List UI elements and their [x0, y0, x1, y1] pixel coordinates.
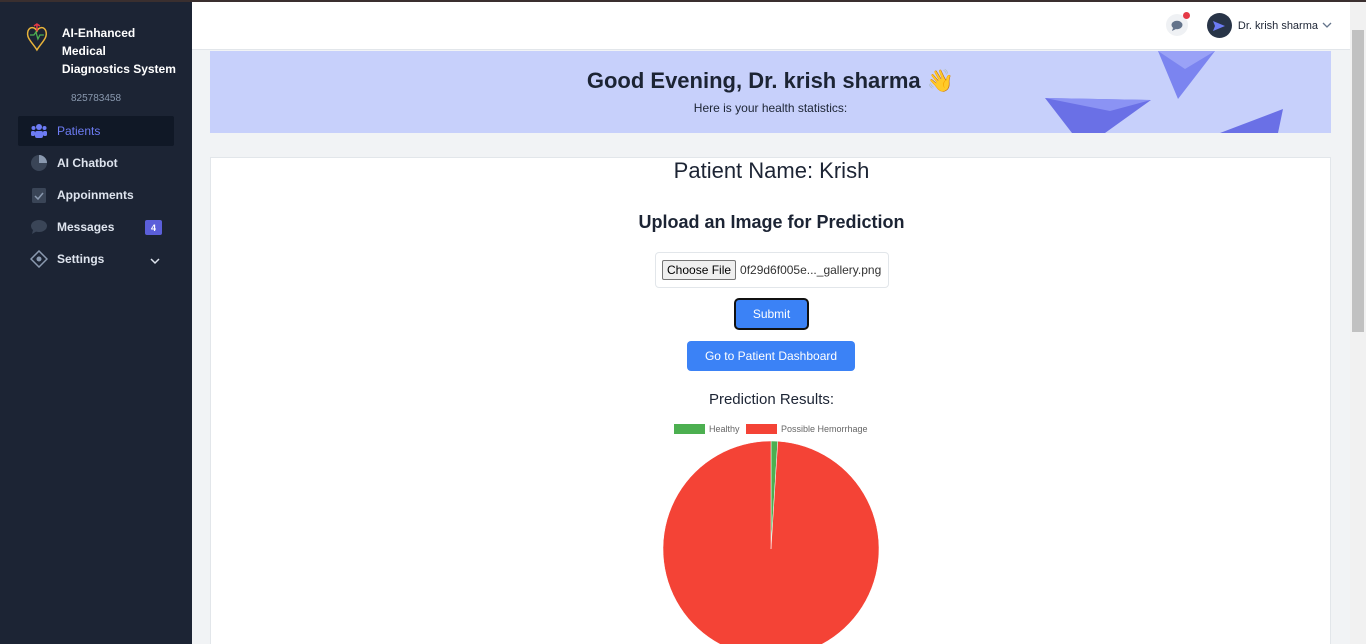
legend-swatch-healthy[interactable]	[674, 424, 705, 434]
settings-icon	[30, 250, 48, 268]
greeting-subtitle: Here is your health statistics:	[693, 101, 848, 115]
window-top-edge	[0, 0, 1366, 2]
notification-dot	[1183, 12, 1190, 19]
choose-file-button[interactable]: Choose File	[662, 260, 737, 280]
selected-file-name: 0f29d6f005e..._gallery.png	[740, 263, 882, 277]
scrollbar-thumb[interactable]	[1352, 30, 1364, 332]
prediction-card: Patient Name: Krish Upload an Image for …	[210, 157, 1331, 644]
sidebar-item-label: Appoinments	[57, 188, 134, 202]
sidebar-item-ai-chatbot[interactable]: AI Chatbot	[18, 148, 174, 178]
legend-swatch-possible-hemorrhage[interactable]	[746, 424, 777, 434]
chart-icon	[30, 154, 48, 172]
sidebar-nav: Patients AI Chatbot Appoinments Messages…	[18, 116, 174, 276]
sidebar-item-label: Patients	[57, 124, 101, 138]
sidebar-item-appointments[interactable]: Appoinments	[18, 180, 174, 210]
chevron-down-icon	[150, 254, 160, 268]
sidebar-item-label: Settings	[57, 252, 105, 266]
sidebar-item-patients[interactable]: Patients	[18, 116, 174, 146]
logo-icon	[26, 23, 48, 52]
brand-name: AI-Enhanced Medical Diagnostics System	[61, 26, 176, 76]
message-icon	[30, 218, 48, 236]
sidebar-item-label: AI Chatbot	[57, 156, 118, 170]
sidebar-item-label: Messages	[57, 220, 115, 234]
calendar-check-icon	[30, 186, 48, 204]
chat-icon	[1171, 20, 1183, 31]
chevron-down-icon	[1322, 22, 1332, 28]
results-title: Prediction Results:	[708, 391, 835, 408]
submit-button[interactable]: Submit	[734, 298, 809, 330]
legend-label-healthy: Healthy	[709, 424, 740, 434]
patient-dashboard-button[interactable]: Go to Patient Dashboard	[687, 341, 855, 371]
user-menu[interactable]: Dr. krish sharma	[1206, 13, 1332, 38]
brand[interactable]: AI-Enhanced Medical Diagnostics System	[22, 20, 182, 78]
patient-name: Patient Name: Krish	[673, 158, 870, 183]
sidebar: AI-Enhanced Medical Diagnostics System 8…	[0, 0, 192, 644]
top-header: Dr. krish sharma	[192, 2, 1350, 50]
user-name: Dr. krish sharma	[1237, 19, 1318, 32]
user-id: 825783458	[70, 93, 122, 104]
avatar	[1206, 13, 1232, 38]
greeting-banner: Good Evening, Dr. krish sharma 👋 Here is…	[210, 51, 1331, 133]
send-icon	[1213, 20, 1226, 31]
messages-count-badge: 4	[145, 220, 162, 235]
pie-slice-possible-hemorrhage[interactable]	[662, 440, 880, 644]
upload-title: Upload an Image for Prediction	[638, 212, 905, 232]
sidebar-item-messages[interactable]: Messages 4	[18, 212, 174, 242]
users-icon	[30, 122, 48, 140]
chat-notification-button[interactable]	[1166, 12, 1190, 36]
sidebar-item-settings[interactable]: Settings	[18, 244, 174, 274]
prediction-pie-chart: Healthy Possible Hemorrhage	[662, 424, 880, 644]
greeting-title: Good Evening, Dr. krish sharma 👋	[586, 68, 955, 93]
file-upload-input[interactable]: Choose File 0f29d6f005e..._gallery.png	[655, 252, 889, 288]
legend-label-possible-hemorrhage: Possible Hemorrhage	[781, 424, 868, 434]
